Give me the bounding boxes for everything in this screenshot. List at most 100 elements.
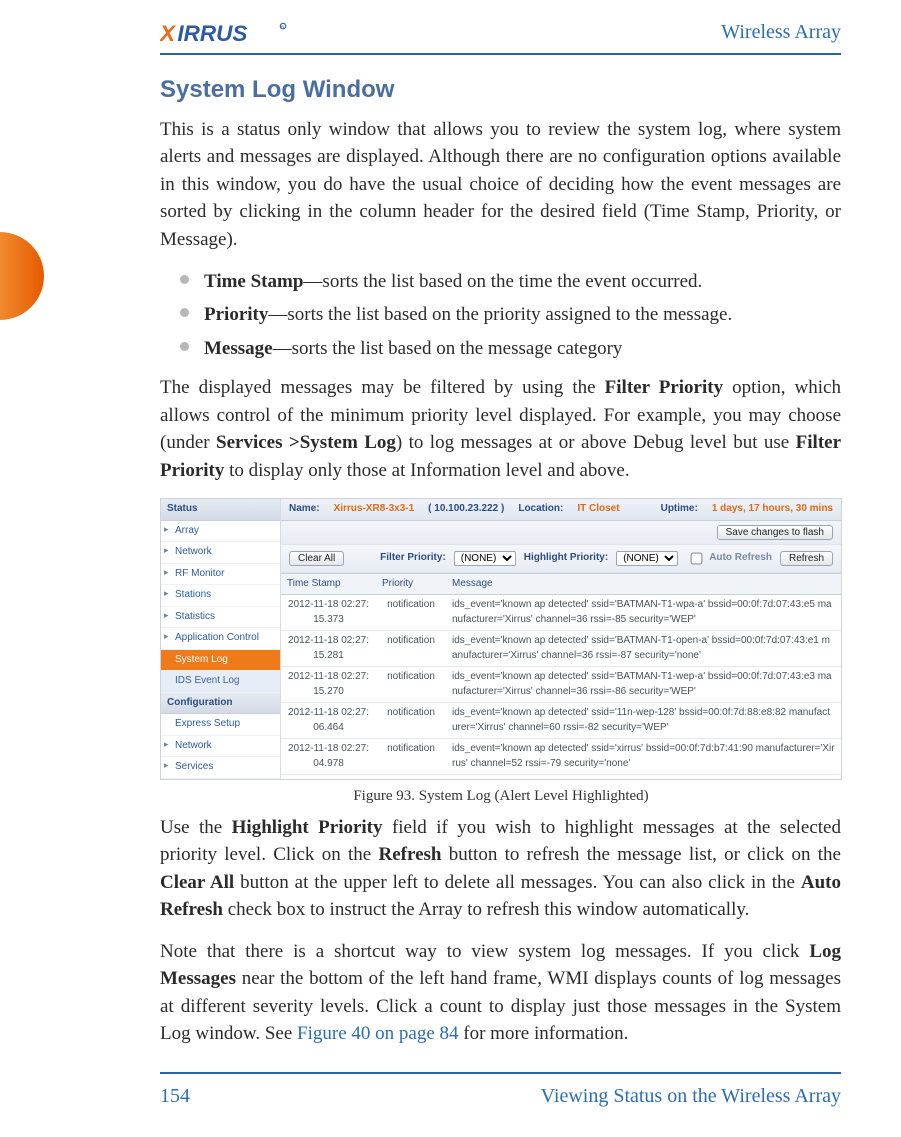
cell-prio: notification [376,631,446,667]
figure-caption: Figure 93. System Log (Alert Level Highl… [160,786,842,808]
col-message[interactable]: Message [446,573,841,595]
topbar-uptime-label: Uptime: [661,502,698,517]
sidebar-header-status: Status [161,499,280,521]
topbar-name-value: Xirrus-XR8-3x3-1 [334,502,415,517]
highlight-priority-select[interactable]: (NONE) [616,551,678,566]
auto-refresh-checkbox[interactable] [691,553,703,565]
cell-prio: notification [376,739,446,775]
bullet-desc: —sorts the list based on the time the ev… [303,271,702,292]
text: to display only those at Information lev… [224,460,629,481]
header-rule [160,53,841,55]
table-row: 2012-11-18 02:27:15.270 notification ids… [281,667,841,703]
highlight-priority-label: Highlight Priority: [524,551,608,566]
text: Use the [160,817,232,838]
text-bold: Clear All [160,872,234,893]
text: Note that there is a shortcut way to vie… [160,941,809,962]
svg-text:R: R [281,24,285,30]
sidebar-item-cfg-network[interactable]: Network [161,736,280,758]
bullet-term: Time Stamp [204,271,303,292]
filter-para: The displayed messages may be filtered b… [160,374,841,484]
topbar-ip: ( 10.100.23.222 ) [428,502,504,517]
use-para: Use the Highlight Priority field if you … [160,814,841,924]
ui-filter-row: Clear All Filter Priority: (NONE) Highli… [281,545,841,573]
bullet-timestamp: Time Stamp—sorts the list based on the t… [204,268,841,296]
sidebar-item-rf-monitor[interactable]: RF Monitor [161,564,280,586]
clear-all-button[interactable]: Clear All [289,551,344,566]
cross-reference-link[interactable]: Figure 40 on page 84 [297,1023,458,1044]
bullet-term: Priority [204,304,268,325]
ui-topbar: Name: Xirrus-XR8-3x3-1 ( 10.100.23.222 )… [281,499,841,521]
bullet-desc: —sorts the list based on the priority as… [268,304,732,325]
filter-priority-label: Filter Priority: [380,551,446,566]
col-priority[interactable]: Priority [376,573,446,595]
footer-section: Viewing Status on the Wireless Array [541,1082,841,1111]
table-row: 2012-11-18 02:27:15.373 notification ids… [281,595,841,631]
topbar-loc-label: Location: [518,502,563,517]
cell-msg: ids_event='known ap detected' ssid='BATM… [446,631,841,667]
ui-main: Name: Xirrus-XR8-3x3-1 ( 10.100.23.222 )… [281,499,841,779]
sidebar-item-system-log[interactable]: System Log [161,650,280,672]
text: button to refresh the message list, or c… [441,844,841,865]
bullet-priority: Priority—sorts the list based on the pri… [204,301,841,329]
text-bold: Highlight Priority [232,817,383,838]
svg-text:IRRUS: IRRUS [177,20,247,45]
ui-sidebar: Status Array Network RF Monitor Stations… [161,499,281,779]
ui-save-row: Save changes to flash [281,521,841,545]
cell-msg: ids_event='known ap detected' ssid='BATM… [446,667,841,703]
text-bold: Services >System Log [216,432,396,453]
sort-bullets: Time Stamp—sorts the list based on the t… [160,268,841,363]
cell-ts: 2012-11-18 02:27:04.978 [281,739,376,775]
text-bold: Refresh [379,844,442,865]
auto-refresh-label: Auto Refresh [709,551,772,566]
note-para: Note that there is a shortcut way to vie… [160,938,841,1048]
cell-ts: 2012-11-18 02:27:15.281 [281,631,376,667]
sidebar-item-statistics[interactable]: Statistics [161,607,280,629]
sidebar-item-app-control[interactable]: Application Control [161,628,280,650]
intro-para: This is a status only window that allows… [160,116,841,254]
table-row: 2012-11-18 02:27:06.464 notification ids… [281,703,841,739]
text: ) to log messages at or above Debug leve… [396,432,796,453]
log-table-body: 2012-11-18 02:27:15.373 notification ids… [281,595,841,775]
brand-logo: X IRRUS R [160,20,299,46]
text-bold: Filter Priority [605,377,723,398]
col-timestamp[interactable]: Time Stamp [281,573,376,595]
bullet-desc: —sorts the list based on the message cat… [273,338,623,359]
cell-msg: ids_event='known ap detected' ssid='xirr… [446,739,841,775]
sidebar-item-array[interactable]: Array [161,521,280,543]
sidebar-item-stations[interactable]: Stations [161,585,280,607]
running-header: X IRRUS R Wireless Array [160,0,841,51]
page-title: System Log Window [160,73,841,108]
log-table: Time Stamp Priority Message 2012-11-18 0… [281,573,841,776]
refresh-button[interactable]: Refresh [780,551,833,566]
bullet-message: Message—sorts the list based on the mess… [204,335,841,363]
table-row: 2012-11-18 02:27:04.978 notification ids… [281,739,841,775]
cell-prio: notification [376,595,446,631]
cell-prio: notification [376,667,446,703]
side-color-tab [0,232,44,320]
auto-refresh-wrap[interactable]: Auto Refresh [686,549,772,568]
cell-msg: ids_event='known ap detected' ssid='11n-… [446,703,841,739]
cell-ts: 2012-11-18 02:27:15.373 [281,595,376,631]
running-header-title: Wireless Array [721,18,841,47]
topbar-uptime-value: 1 days, 17 hours, 30 mins [712,502,833,517]
figure-screenshot: Status Array Network RF Monitor Stations… [160,498,842,807]
save-button[interactable]: Save changes to flash [717,525,833,540]
embedded-ui: Status Array Network RF Monitor Stations… [160,498,842,780]
sidebar-item-express-setup[interactable]: Express Setup [161,714,280,736]
sidebar-item-network[interactable]: Network [161,542,280,564]
sidebar-item-ids-event[interactable]: IDS Event Log [161,671,280,693]
topbar-loc-value: IT Closet [577,502,619,517]
cell-prio: notification [376,703,446,739]
svg-text:X: X [160,20,177,45]
sidebar-item-cfg-services[interactable]: Services [161,757,280,779]
text: for more information. [459,1023,629,1044]
text: button at the upper left to delete all m… [234,872,801,893]
running-footer: 154 Viewing Status on the Wireless Array [160,1074,841,1133]
bullet-term: Message [204,338,273,359]
text: check box to instruct the Array to refre… [223,899,749,920]
topbar-name-label: Name: [289,502,320,517]
cell-ts: 2012-11-18 02:27:06.464 [281,703,376,739]
text: The displayed messages may be filtered b… [160,377,605,398]
table-row: 2012-11-18 02:27:15.281 notification ids… [281,631,841,667]
filter-priority-select[interactable]: (NONE) [454,551,516,566]
